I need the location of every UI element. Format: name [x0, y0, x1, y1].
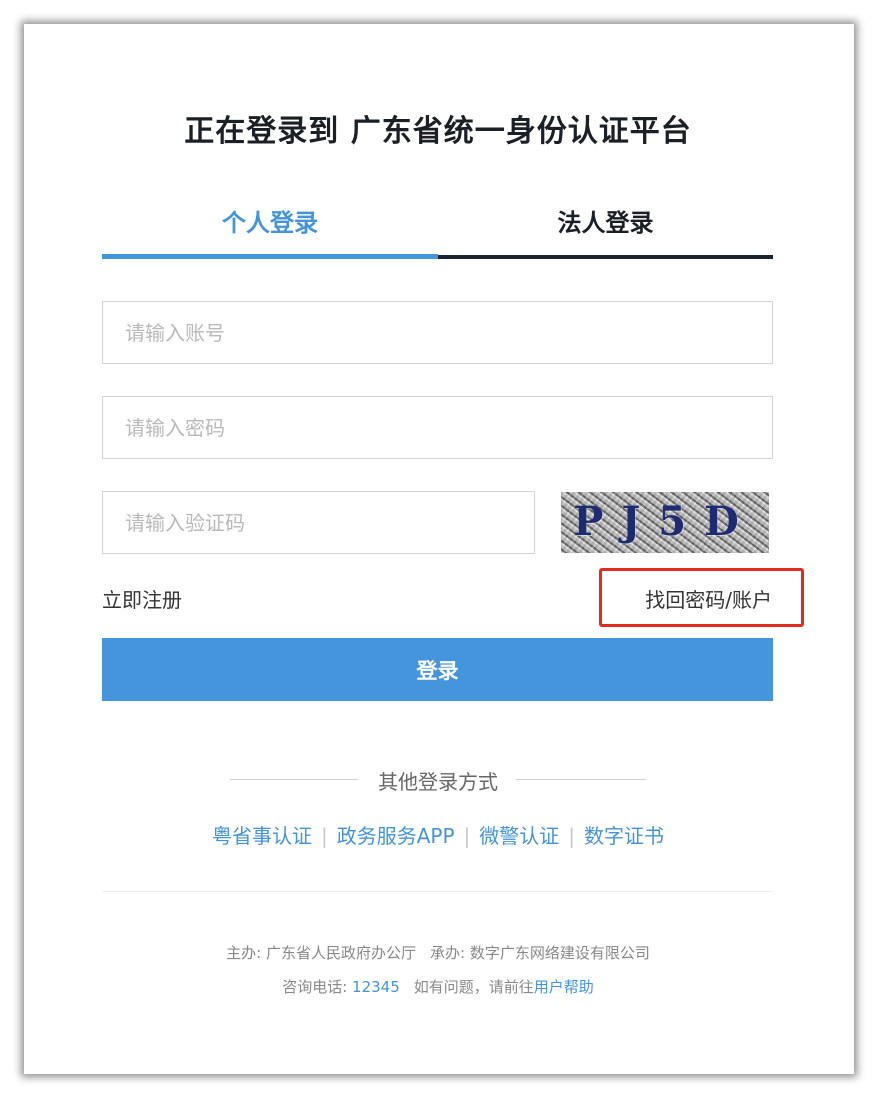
- method-separator: |: [568, 824, 576, 848]
- method-separator: |: [463, 824, 471, 848]
- recover-password-link[interactable]: 找回密码/账户: [610, 584, 772, 613]
- footer-hotline-number[interactable]: 12345: [352, 978, 400, 996]
- account-input[interactable]: [102, 301, 773, 364]
- method-digital-cert[interactable]: 数字证书: [584, 824, 664, 848]
- other-login-methods: 粤省事认证 | 政务服务APP | 微警认证 | 数字证书: [0, 820, 876, 849]
- tab-inactive-indicator: [438, 255, 773, 259]
- footer-host: 主办: 广东省人民政府办公厅: [226, 944, 416, 962]
- footer-contact: 咨询电话: 12345 如有问题，请前往用户帮助: [0, 976, 876, 997]
- tab-personal-login[interactable]: 个人登录: [102, 200, 438, 259]
- captcha-input[interactable]: [102, 491, 535, 554]
- login-button[interactable]: 登录: [102, 638, 773, 701]
- footer-help-prefix: 如有问题，请前往: [413, 978, 534, 996]
- tab-legal-login[interactable]: 法人登录: [438, 200, 773, 259]
- login-tabs: 个人登录 法人登录: [102, 200, 773, 259]
- footer-hotline-label: 咨询电话:: [282, 978, 353, 996]
- footer-help-link[interactable]: 用户帮助: [534, 978, 594, 996]
- divider-right: [516, 779, 646, 780]
- tab-legal-label: 法人登录: [557, 209, 654, 237]
- captcha-text: PJ5D: [573, 498, 757, 545]
- page-title: 正在登录到 广东省统一身份认证平台: [184, 114, 692, 149]
- method-separator: |: [320, 824, 328, 848]
- footer-organizers: 主办: 广东省人民政府办公厅 承办: 数字广东网络建设有限公司: [0, 942, 876, 963]
- other-login-title: 其他登录方式: [378, 770, 498, 794]
- footer-divider: [102, 891, 773, 892]
- tab-personal-label: 个人登录: [222, 209, 318, 237]
- register-link[interactable]: 立即注册: [102, 584, 182, 613]
- method-yueshengshi[interactable]: 粤省事认证: [212, 824, 312, 848]
- method-police-auth[interactable]: 微警认证: [479, 824, 559, 848]
- password-input[interactable]: [102, 396, 773, 459]
- footer-undertaker: 承办: 数字广东网络建设有限公司: [430, 944, 650, 962]
- method-gov-app[interactable]: 政务服务APP: [337, 824, 455, 848]
- tab-active-indicator: [102, 254, 438, 259]
- captcha-image[interactable]: PJ5D: [561, 492, 769, 553]
